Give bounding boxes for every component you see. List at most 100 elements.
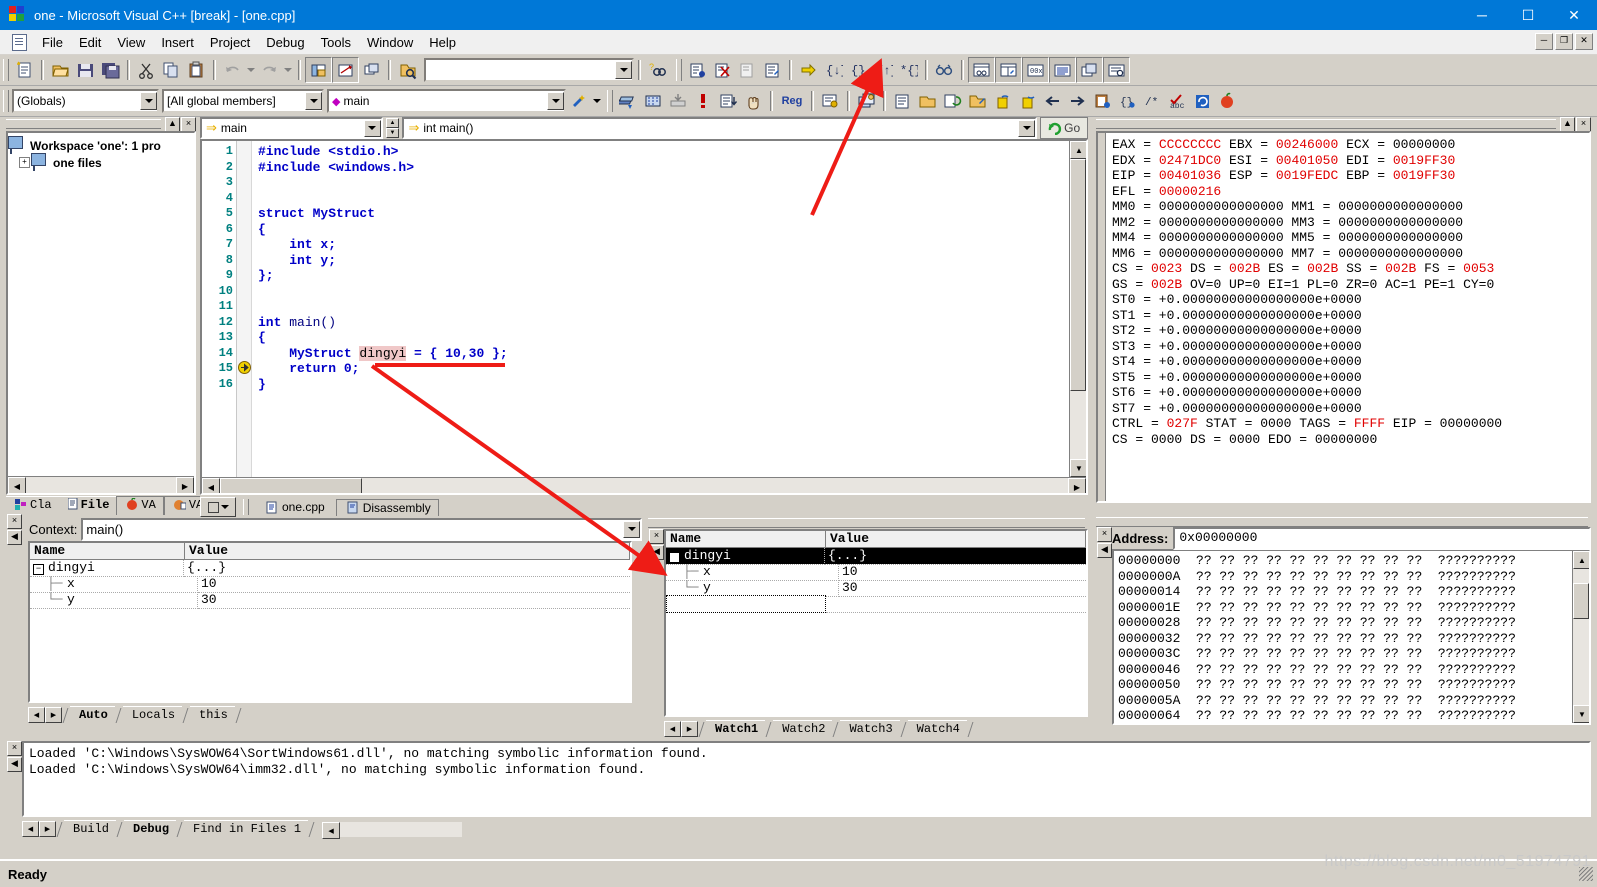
variables-row[interactable]: ├─ x 10 [30,575,630,593]
tab-build[interactable]: Build [64,820,117,837]
menu-insert[interactable]: Insert [153,32,202,53]
variables-tab-next[interactable]: ▶ [45,707,62,723]
wizard-dropdown-icon[interactable] [591,89,603,113]
doc-close-button[interactable]: ✕ [1575,33,1593,50]
save-all-icon[interactable] [98,58,123,82]
bookmark-next-icon[interactable] [1015,89,1040,113]
breakpoint-slot[interactable] [237,315,251,331]
breakpoint-slot[interactable] [237,160,251,176]
output-tab-prev[interactable]: ◀ [22,821,39,837]
memory-row[interactable]: 00000064 ?? ?? ?? ?? ?? ?? ?? ?? ?? ?? ?… [1118,708,1572,723]
resize-grip[interactable] [1579,867,1593,881]
watch-col-value[interactable]: Value [826,531,1086,547]
edit-breakpoints-icon[interactable] [760,58,785,82]
registers-close-button[interactable]: × [1576,116,1591,132]
breakpoint-slot[interactable] [237,377,251,393]
break-execution-icon[interactable] [741,89,766,113]
output-close-button[interactable]: × [7,741,22,756]
code-line[interactable]: return 0; [258,361,1069,377]
build-icon[interactable] [641,89,666,113]
compile-icon[interactable] [616,89,641,113]
variables-row[interactable]: └─ y 30 [30,591,630,609]
class-combo[interactable]: (Globals) [12,89,159,113]
collapse-minus-icon[interactable]: − [33,563,44,575]
editor-surface[interactable]: 1 2 3 4 5 6 7 8 9 10 11 12 13 14 15 16 #include <stdio.… [200,139,1088,495]
chevron-down-icon[interactable] [140,92,157,110]
scroll-down-button[interactable]: ▼ [1070,459,1086,477]
variables-row[interactable]: − dingyi {...} [30,559,630,577]
memory-row[interactable]: 00000050 ?? ?? ?? ?? ?? ?? ?? ?? ?? ?? ?… [1118,677,1572,693]
tab-find-in-files[interactable]: Find in Files 1 [184,820,309,837]
doc-maximize-button[interactable]: ❐ [1555,33,1573,50]
breakpoint-slot[interactable] [237,268,251,284]
doc-tab-one-cpp[interactable]: one.cpp [256,499,332,515]
breakpoint-slot[interactable] [237,175,251,191]
editor-breakpoint-margin[interactable] [237,141,252,477]
breakpoint-slot[interactable] [237,299,251,315]
menu-window[interactable]: Window [359,32,421,53]
chevron-down-icon[interactable] [615,61,632,79]
go-button[interactable]: Go [1040,117,1088,139]
code-line[interactable]: MyStruct dingyi = { 10,30 }; [258,345,1069,362]
tab-watch4[interactable]: Watch4 [907,720,967,737]
memory-window-icon[interactable] [1049,57,1076,83]
step-into-icon[interactable]: {↓} [821,58,846,82]
code-line[interactable] [258,175,1069,191]
breakpoint-slot[interactable] [237,206,251,222]
clipboard-ring-icon[interactable] [1090,89,1115,113]
memory-vscrollbar[interactable]: ▲ ▼ [1572,551,1589,723]
breakpoint-slot[interactable] [237,253,251,269]
quickwatch-icon[interactable] [932,58,957,82]
registers-label[interactable]: Reg [777,89,807,113]
spellcheck-icon[interactable]: abc [1165,89,1190,113]
step-out-icon[interactable]: {↑} [871,58,896,82]
menu-edit[interactable]: Edit [71,32,109,53]
scroll-left-button[interactable]: ◀ [322,822,341,839]
editor-vscrollbar[interactable]: ▲ ▼ [1069,141,1086,477]
code-line[interactable] [258,191,1069,207]
memory-row[interactable]: 00000014 ?? ?? ?? ?? ?? ?? ?? ?? ?? ?? ?… [1118,584,1572,600]
expand-plus-icon[interactable]: + [19,157,30,168]
tab-fileview[interactable]: File [58,496,117,515]
menu-view[interactable]: View [109,32,153,53]
watch-row[interactable]: − dingyi {...} [666,547,1086,565]
new-file-icon[interactable] [12,58,37,82]
undo-dropdown-icon[interactable] [245,58,257,82]
registers-window-icon[interactable]: 00x [1022,57,1049,83]
function-combo[interactable]: ◆ main [327,89,566,113]
maximize-button[interactable]: ☐ [1505,0,1551,30]
close-button[interactable]: ✕ [1551,0,1597,30]
comment-icon[interactable]: /* [1140,89,1165,113]
output-hscrollbar[interactable]: ◀ [322,822,463,839]
callstack-window-icon[interactable] [1076,57,1103,83]
memory-row[interactable]: 0000001E ?? ?? ?? ?? ?? ?? ?? ?? ?? ?? ?… [1118,600,1572,616]
insert-breakpoint-icon[interactable] [685,58,710,82]
tab-auto[interactable]: Auto [70,706,115,723]
help-search-icon[interactable]: ? [645,58,670,82]
memory-grid[interactable]: 00000000 ?? ?? ?? ?? ?? ?? ?? ?? ?? ?? ?… [1112,549,1591,725]
code-line[interactable]: struct MyStruct [258,206,1069,222]
memory-dock-button[interactable]: ◀ [1097,543,1112,558]
scroll-up-button[interactable]: ▲ [1573,551,1589,569]
find-in-files-icon[interactable] [395,58,420,82]
watch-row[interactable]: ├─ x 10 [666,563,1086,581]
watch-dock-button[interactable]: ◀ [649,545,664,560]
code-line[interactable] [258,284,1069,300]
menu-project[interactable]: Project [202,32,258,53]
go-debug-icon[interactable] [716,89,741,113]
cut-icon[interactable] [134,58,159,82]
scroll-left-button[interactable]: ◀ [202,478,220,493]
menu-help[interactable]: Help [421,32,464,53]
tab-watch2[interactable]: Watch2 [773,720,833,737]
scroll-right-button[interactable]: ▶ [1068,478,1086,493]
resource-icon[interactable] [854,89,879,113]
workspace-close-button[interactable]: × [181,116,196,132]
open-file-icon[interactable] [48,58,73,82]
menu-tools[interactable]: Tools [313,32,359,53]
output-text[interactable]: Loaded 'C:\Windows\SysWOW64\SortWindows6… [22,741,1591,817]
breakpoint-slot[interactable] [237,284,251,300]
tree-node-one-files[interactable]: + one files [10,154,192,171]
chevron-down-icon[interactable] [363,119,381,137]
memory-row[interactable]: 00000046 ?? ?? ?? ?? ?? ?? ?? ?? ?? ?? ?… [1118,662,1572,678]
editor-code-text[interactable]: #include <stdio.h> #include <windows.h> s… [252,141,1069,477]
